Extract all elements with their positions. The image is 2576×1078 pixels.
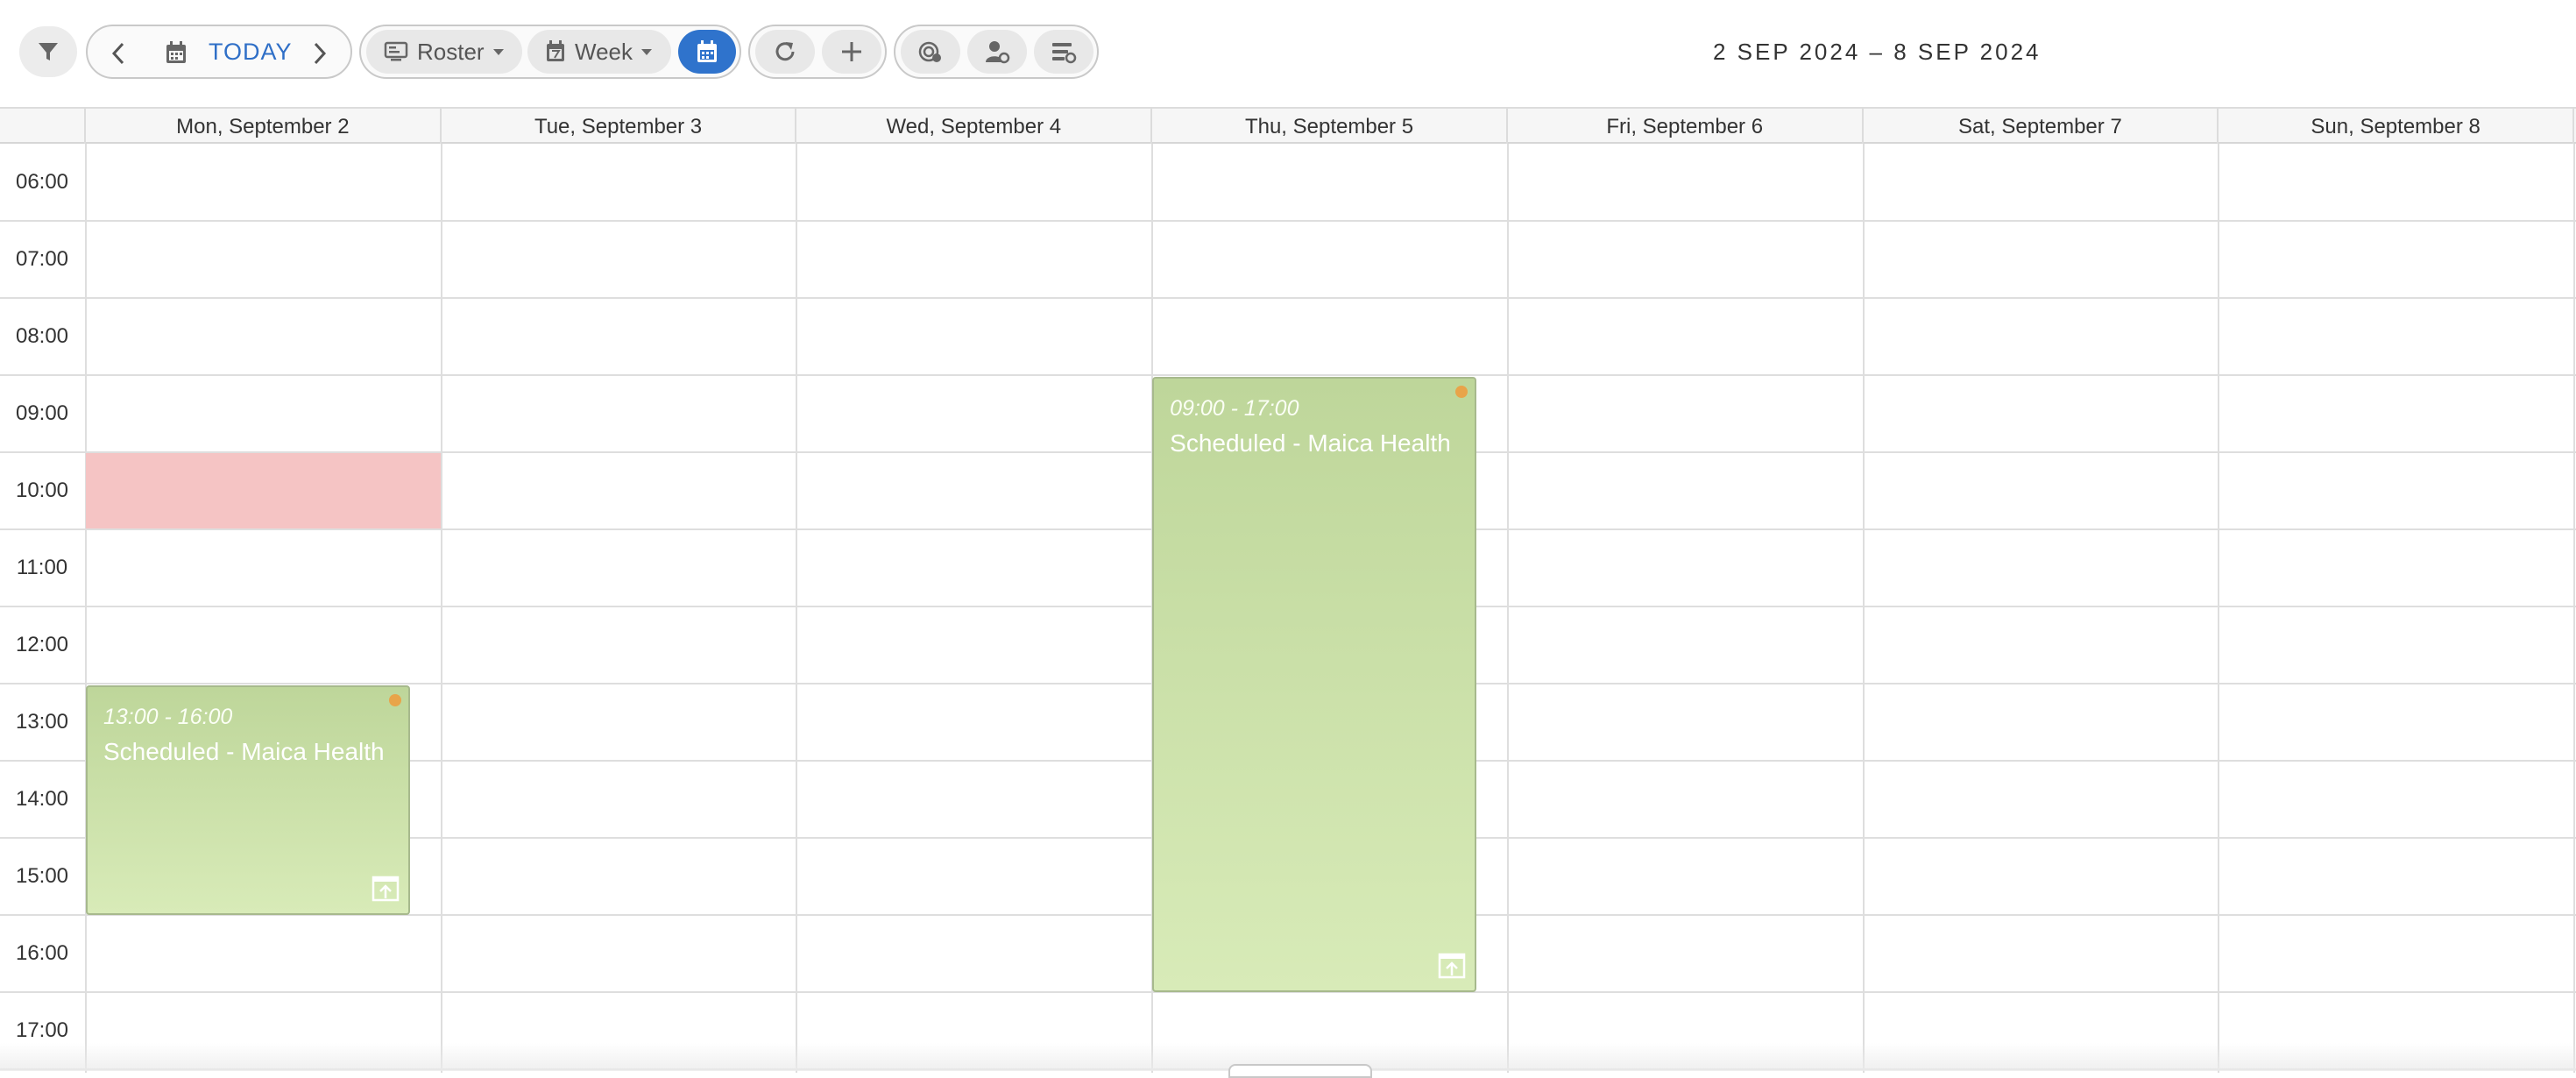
time-label: 16:00 xyxy=(15,941,69,965)
chevron-down-icon xyxy=(641,48,652,55)
roster-icon xyxy=(384,41,408,62)
refresh-icon xyxy=(773,39,797,64)
time-label: 12:00 xyxy=(15,633,69,656)
user-settings-button[interactable] xyxy=(967,30,1027,74)
view-group: Roster Week xyxy=(359,25,741,79)
time-label: 06:00 xyxy=(15,170,69,194)
calendar-active-icon xyxy=(696,39,718,64)
day-header[interactable]: Wed, September 4 xyxy=(796,109,1153,144)
day-header[interactable]: Thu, September 5 xyxy=(1152,109,1508,144)
chevron-left-icon xyxy=(109,41,128,66)
date-range-title: 2 SEP 2024 – 8 SEP 2024 xyxy=(1713,39,2042,65)
day-column-divider xyxy=(2573,144,2575,1073)
time-label: 07:00 xyxy=(15,247,69,271)
scroll-handle[interactable] xyxy=(1228,1064,1372,1078)
day-header[interactable]: Sun, September 8 xyxy=(2219,109,2574,144)
status-dot-icon xyxy=(388,694,401,706)
plus-icon xyxy=(840,40,863,63)
header-corner xyxy=(0,109,86,144)
time-label: 13:00 xyxy=(15,710,69,734)
event-time: 09:00 - 17:00 xyxy=(1170,396,1299,421)
period-dropdown[interactable]: Week xyxy=(527,30,671,74)
open-event-icon[interactable] xyxy=(1438,953,1466,983)
event-title: Scheduled - Maica Health xyxy=(103,738,385,765)
event-title: Scheduled - Maica Health xyxy=(1170,429,1451,457)
day-column-divider xyxy=(440,144,442,1073)
chevron-right-icon xyxy=(310,41,329,66)
availability-button[interactable] xyxy=(901,30,960,74)
status-dot-icon xyxy=(1454,386,1468,398)
add-button[interactable] xyxy=(822,30,881,74)
time-label: 09:00 xyxy=(15,401,69,425)
calendar-toolbar: TODAY Roster Week 2 SEP 2024 – 8 SEP 202… xyxy=(0,0,2576,103)
period-label: Week xyxy=(575,38,633,65)
unavailable-block[interactable] xyxy=(86,453,441,528)
day-header[interactable]: Mon, September 2 xyxy=(86,109,442,144)
list-settings-button[interactable] xyxy=(1034,30,1093,74)
shift-event[interactable]: 13:00 - 16:00 Scheduled - Maica Health xyxy=(86,685,410,915)
time-label: 11:00 xyxy=(16,556,68,579)
day-column-divider xyxy=(2218,144,2220,1073)
day-column-divider xyxy=(1506,144,1509,1073)
day-header[interactable]: Tue, September 3 xyxy=(442,109,797,144)
user-settings-icon xyxy=(984,39,1010,64)
actions-group xyxy=(748,25,887,79)
refresh-button[interactable] xyxy=(755,30,815,74)
roster-view-dropdown[interactable]: Roster xyxy=(366,30,522,74)
day-column-divider xyxy=(1862,144,1865,1073)
shift-event[interactable]: 09:00 - 17:00 Scheduled - Maica Health xyxy=(1152,377,1476,992)
week-calendar-icon xyxy=(545,40,566,63)
time-label: 08:00 xyxy=(15,324,69,348)
hour-gridline xyxy=(0,374,2576,376)
day-header-row: Mon, September 2 Tue, September 3 Wed, Sep… xyxy=(0,107,2576,144)
day-header[interactable]: Fri, September 6 xyxy=(1508,109,1864,144)
day-column-divider xyxy=(796,144,798,1073)
tools-group xyxy=(894,25,1099,79)
next-week-button[interactable] xyxy=(307,40,333,67)
time-label: 17:00 xyxy=(15,1018,69,1042)
filter-button[interactable] xyxy=(19,26,77,77)
event-time: 13:00 - 16:00 xyxy=(103,705,233,729)
list-settings-icon xyxy=(1051,39,1077,64)
hour-gridline xyxy=(0,220,2576,222)
time-label: 14:00 xyxy=(15,787,69,811)
hour-gridline xyxy=(0,297,2576,299)
date-picker-button[interactable] xyxy=(678,30,736,74)
previous-week-button[interactable] xyxy=(105,40,131,67)
week-calendar: Mon, September 2 Tue, September 3 Wed, Sep… xyxy=(0,107,2576,1073)
calendar-icon xyxy=(165,40,188,65)
open-event-icon[interactable] xyxy=(372,876,400,906)
day-header[interactable]: Sat, September 7 xyxy=(1864,109,2219,144)
time-label: 15:00 xyxy=(15,864,69,888)
roster-view-label: Roster xyxy=(417,38,485,65)
time-label: 10:00 xyxy=(15,479,69,502)
day-column-divider xyxy=(85,144,87,1073)
navigation-group: TODAY xyxy=(86,25,352,79)
filter-icon xyxy=(37,40,60,63)
today-button[interactable]: TODAY xyxy=(209,39,293,66)
chevron-down-icon xyxy=(492,48,504,55)
availability-icon xyxy=(917,39,944,64)
